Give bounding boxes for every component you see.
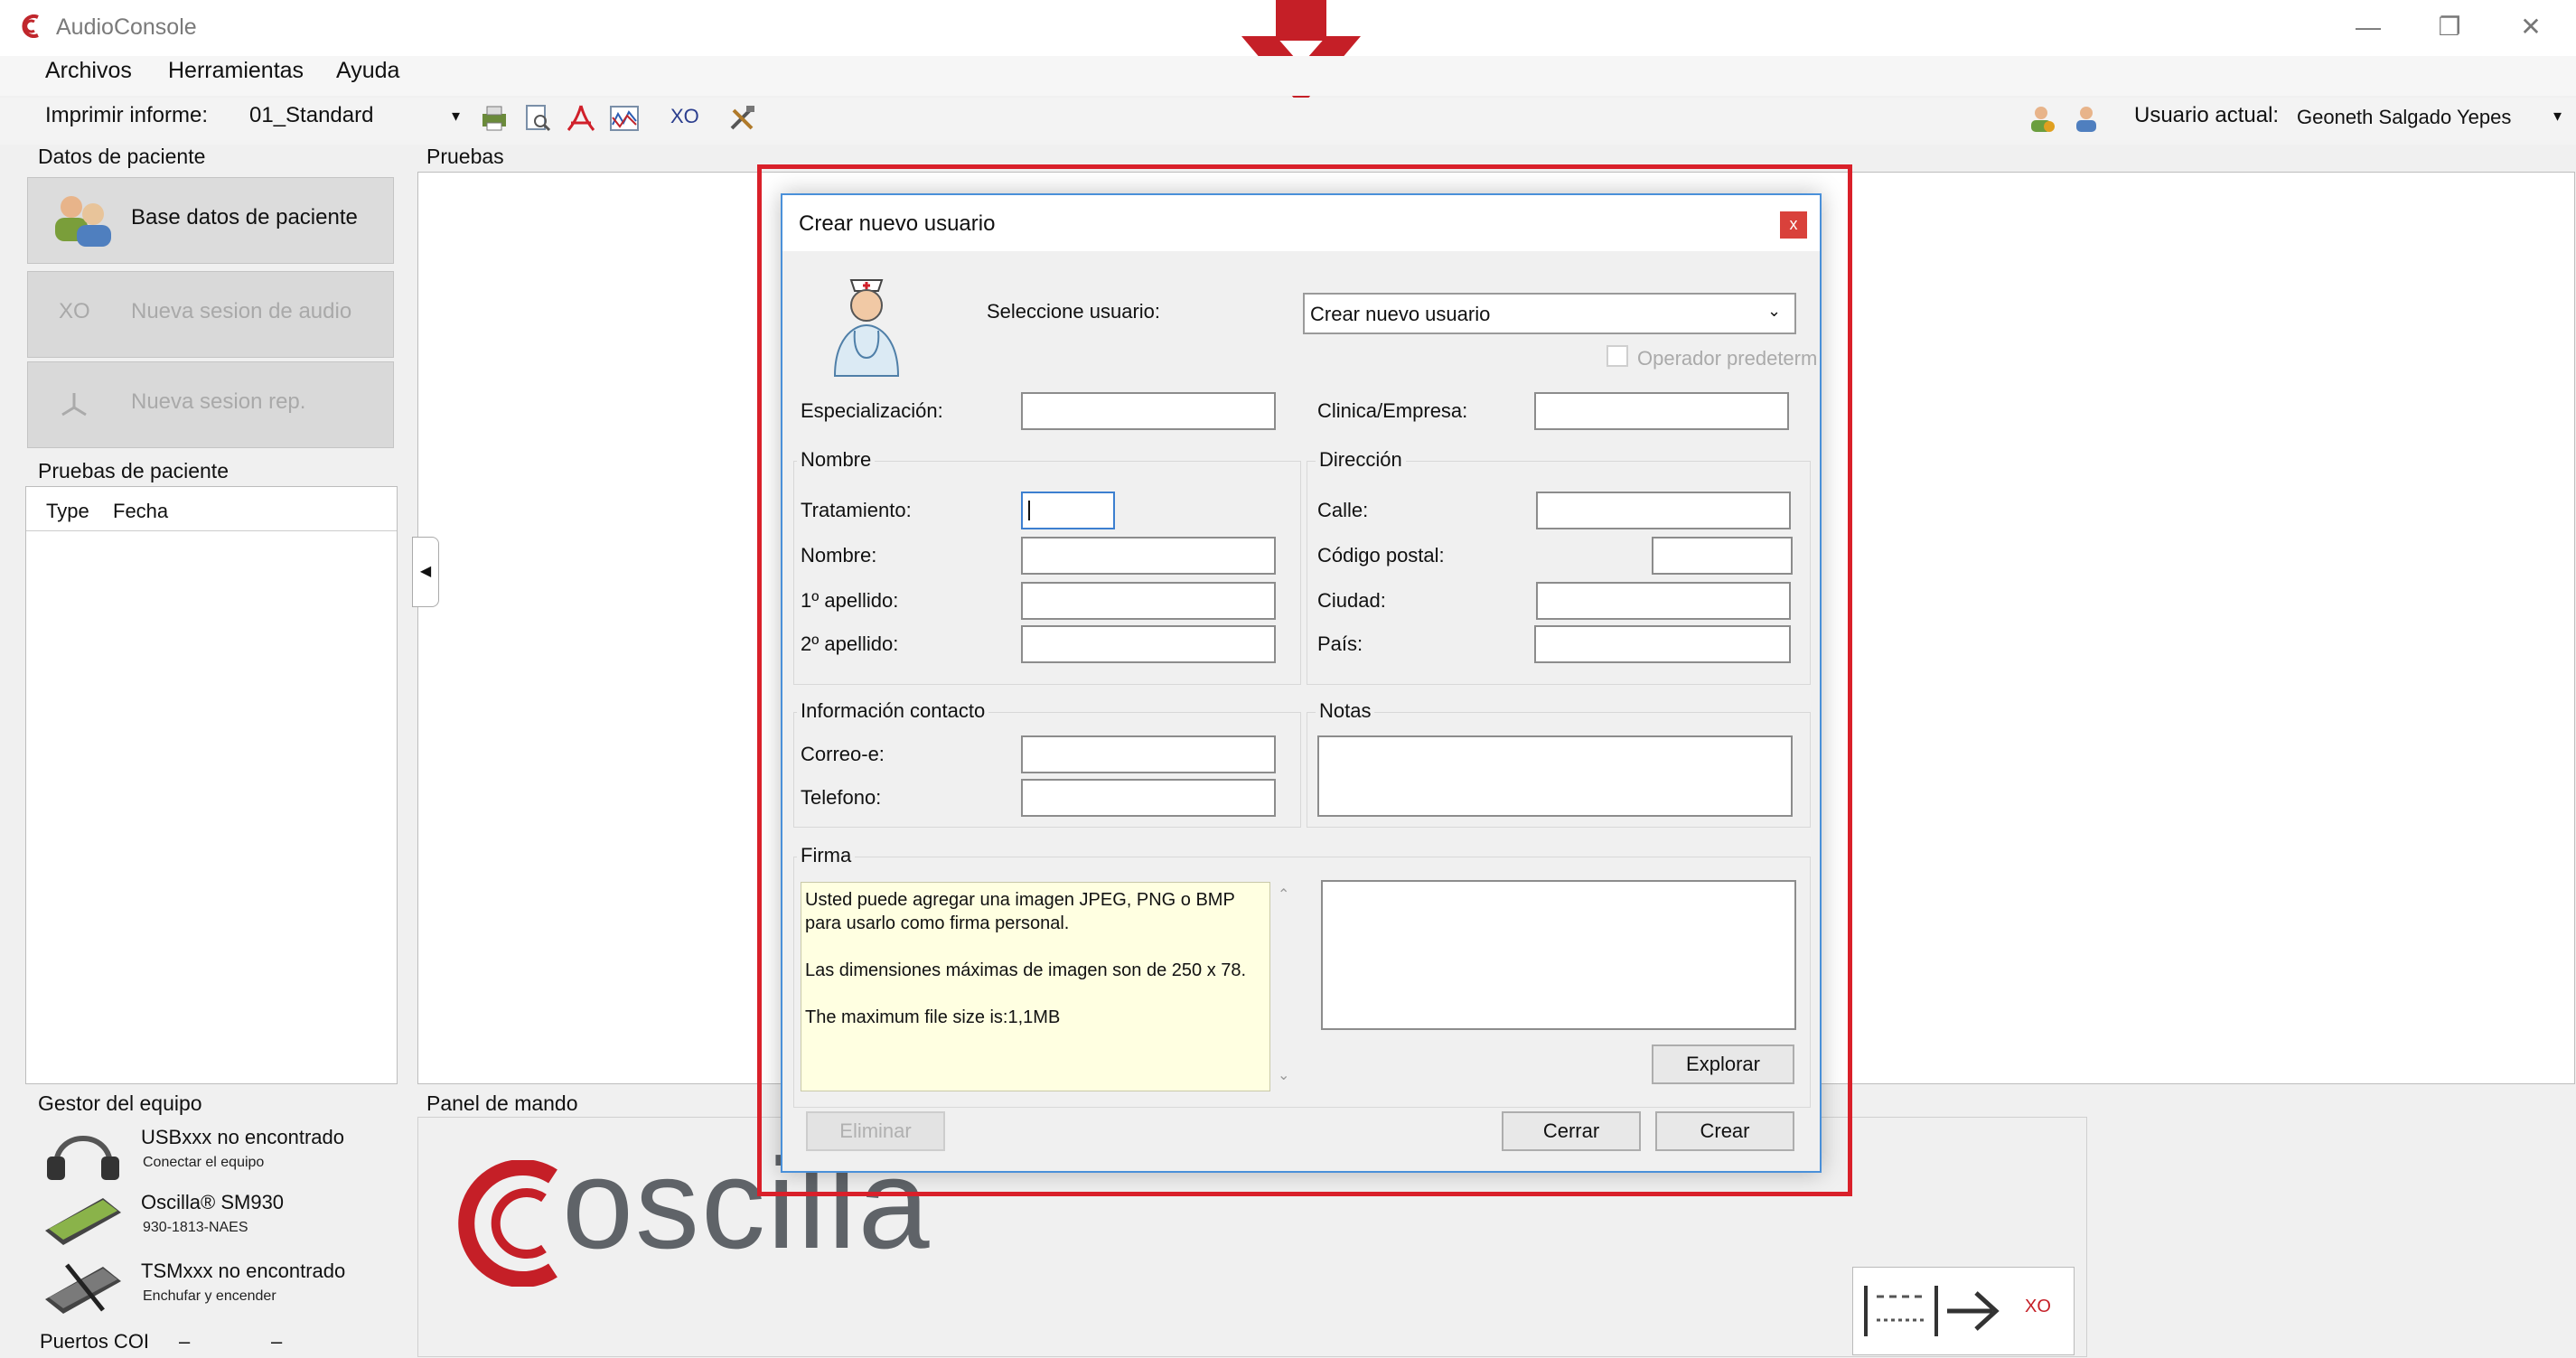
column-type[interactable]: Type [46,500,89,523]
report-dropdown-arrow[interactable]: ▾ [452,107,460,126]
new-audio-session-button[interactable]: XO Nueva sesion de audio [27,271,394,358]
report-label: Imprimir informe: [45,103,209,127]
ports-label: Puertos COI [40,1330,150,1353]
current-user-value[interactable]: Geoneth Salgado Yepes [2297,106,2511,129]
menu-archivos[interactable]: Archivos [45,58,132,84]
rep-session-icon [61,393,87,417]
patient-tests-list[interactable]: Type Fecha [25,486,398,1084]
column-fecha[interactable]: Fecha [113,500,168,523]
device-2-name: Oscilla® SM930 [141,1191,285,1213]
xo-small-label: XO [2025,1297,2051,1316]
device-manager-title: Gestor del equipo [38,1091,202,1115]
device-1-name: USBxxx no encontrado [141,1126,345,1148]
new-rep-session-label: Nueva sesion rep. [131,389,306,414]
user-dropdown-arrow[interactable]: ▾ [2553,107,2562,126]
highlight-frame [757,164,1852,1196]
ports-value-2: – [271,1330,283,1353]
xo-button[interactable]: XO [670,105,699,128]
collapse-left-panel-button[interactable]: ◀ [412,537,439,607]
export-xo-button[interactable]: XO [1852,1267,2075,1355]
device-2-serial: 930-1813-NAES [143,1220,248,1235]
new-audio-session-label: Nueva sesion de audio [131,299,352,323]
minimize-button[interactable]: — [2337,9,2400,45]
report-select[interactable]: 01_Standard [249,103,373,128]
restore-button[interactable]: ❐ [2418,9,2481,45]
export-arrow-icon [1864,1286,2000,1336]
patient-tests-title: Pruebas de paciente [38,459,229,482]
new-rep-session-button[interactable]: Nueva sesion rep. [27,361,394,448]
current-user-label: Usuario actual: [2134,103,2280,127]
patient-data-title: Datos de paciente [38,145,206,168]
device-1-status: Conectar el equipo [143,1155,265,1170]
app-title: AudioConsole [56,14,197,40]
ports-value-1: – [179,1330,191,1353]
preview-icon[interactable] [522,103,553,134]
xo-tag: XO [59,299,90,323]
wave-icon[interactable] [609,103,640,134]
printer-icon[interactable] [479,103,510,134]
user-settings-icon[interactable] [2026,103,2056,134]
oscilla-logo-icon [458,1160,557,1287]
menu-ayuda[interactable]: Ayuda [336,58,399,84]
tests-panel-title: Pruebas [426,145,504,168]
patient-database-label: Base datos de paciente [131,205,358,229]
control-panel-title: Panel de mando [426,1091,578,1115]
audiometer-icon [45,1198,121,1245]
audioconsole-logo-icon [22,14,39,38]
menu-herramientas[interactable]: Herramientas [168,58,304,84]
tympanometer-icon [45,1263,121,1314]
device-3-name: TSMxxx no encontrado [141,1260,346,1282]
tools-icon[interactable] [726,103,757,134]
user-icon[interactable] [2071,103,2102,134]
close-window-button[interactable]: ✕ [2499,9,2562,45]
headphones-icon [47,1136,119,1180]
patient-database-button[interactable]: Base datos de paciente [27,177,394,264]
patients-icon [55,196,111,247]
pdf-icon[interactable] [566,103,596,134]
device-3-status: Enchufar y encender [143,1288,276,1304]
